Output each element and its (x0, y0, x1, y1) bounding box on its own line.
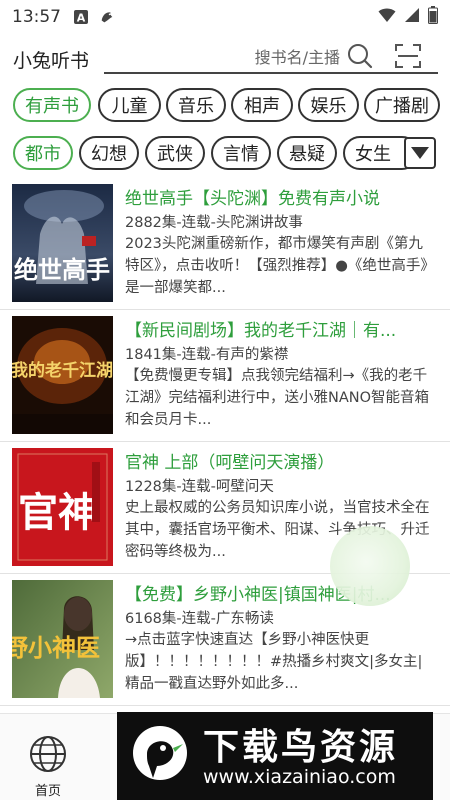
chip-children[interactable]: 儿童 (98, 88, 161, 122)
svg-text:乡野小神医: 乡野小神医 (12, 633, 100, 662)
chip-mystery[interactable]: 悬疑 (277, 136, 337, 170)
book-title[interactable]: 官神 上部（呵壁问天演播） (125, 448, 437, 473)
book-title[interactable]: 【新民间剧场】我的老千江湖｜有... (125, 316, 437, 341)
chip-crosstalk[interactable]: 相声 (231, 88, 293, 122)
status-time: 13:57 (12, 7, 61, 27)
battery-icon (428, 5, 438, 29)
triangle-down-icon (411, 147, 429, 159)
book-meta: 1228集-连载-呵壁问天 (125, 479, 274, 495)
category-row-secondary: 都市 幻想 武侠 言情 悬疑 女生 (0, 136, 450, 172)
book-cover[interactable]: 官神 (12, 448, 113, 566)
svg-text:我的老千江湖: 我的老千江湖 (12, 360, 113, 381)
search-icon[interactable] (346, 42, 374, 70)
book-title[interactable]: 绝世高手【头陀渊】免费有声小说 (125, 184, 437, 209)
globe-icon (30, 736, 66, 772)
search-input[interactable] (104, 44, 340, 70)
nav-home[interactable]: 首页 (18, 730, 78, 800)
status-bar: 13:57 A (0, 0, 450, 34)
chip-entertainment[interactable]: 娱乐 (298, 88, 359, 122)
wifi-icon (378, 7, 396, 28)
book-cover[interactable]: 绝世高手 (12, 184, 113, 302)
search-box[interactable] (104, 40, 438, 74)
svg-text:绝世高手: 绝世高手 (14, 255, 110, 284)
scan-icon[interactable] (394, 43, 422, 69)
chip-urban[interactable]: 都市 (13, 136, 73, 170)
book-meta: 2882集-连载-头陀渊讲故事 (125, 215, 303, 231)
book-meta: 6168集-连载-广东畅读 (125, 611, 274, 627)
watermark-logo (129, 722, 191, 788)
chip-music[interactable]: 音乐 (166, 88, 226, 122)
book-description: 2023头陀渊重磅新作，都市爆笑有声剧《第九特区》，点击收听！【强烈推荐】●《绝… (125, 236, 428, 296)
floating-action-bubble[interactable] (330, 526, 410, 606)
svg-text:A: A (77, 12, 86, 25)
book-cover[interactable]: 乡野小神医 (12, 580, 113, 698)
bird-icon (99, 9, 115, 25)
font-a-icon: A (73, 9, 89, 25)
cellular-signal-icon (404, 7, 420, 28)
book-cover[interactable]: 我的老千江湖 (12, 316, 113, 434)
chip-audiobook[interactable]: 有声书 (13, 88, 91, 122)
watermark-url: www.xiazainiao.com (203, 766, 396, 788)
book-description: →点击蓝字快速直达【乡野小神医快更版】！！！！！！！！#热播乡村爽文|多女主|精… (125, 632, 423, 692)
book-item[interactable]: 绝世高手 绝世高手【头陀渊】免费有声小说 2882集-连载-头陀渊讲故事 202… (0, 178, 450, 310)
book-item[interactable]: 我的老千江湖 【新民间剧场】我的老千江湖｜有... 1841集-连载-有声的紫襟… (0, 310, 450, 442)
chip-fantasy[interactable]: 幻想 (79, 136, 139, 170)
nav-home-label: 首页 (34, 784, 61, 799)
category-row-primary: 有声书 儿童 音乐 相声 娱乐 广播剧 (0, 88, 450, 124)
chip-radio-drama[interactable]: 广播剧 (364, 88, 440, 122)
book-meta: 1841集-连载-有声的紫襟 (125, 347, 289, 363)
expand-categories-button[interactable] (404, 137, 436, 169)
svg-text:官神: 官神 (18, 489, 98, 536)
header: 小兔听书 (0, 40, 450, 80)
chip-romance[interactable]: 言情 (211, 136, 271, 170)
watermark-title: 下载鸟资源 (203, 727, 399, 768)
book-description: 【免费慢更专辑】点我领完结福利→《我的老千江湖》完结福利进行中，送小雅NANO智… (125, 368, 430, 428)
chip-wuxia[interactable]: 武侠 (145, 136, 205, 170)
watermark-banner: 下载鸟资源 www.xiazainiao.com (117, 712, 433, 800)
app-title: 小兔听书 (13, 50, 90, 72)
